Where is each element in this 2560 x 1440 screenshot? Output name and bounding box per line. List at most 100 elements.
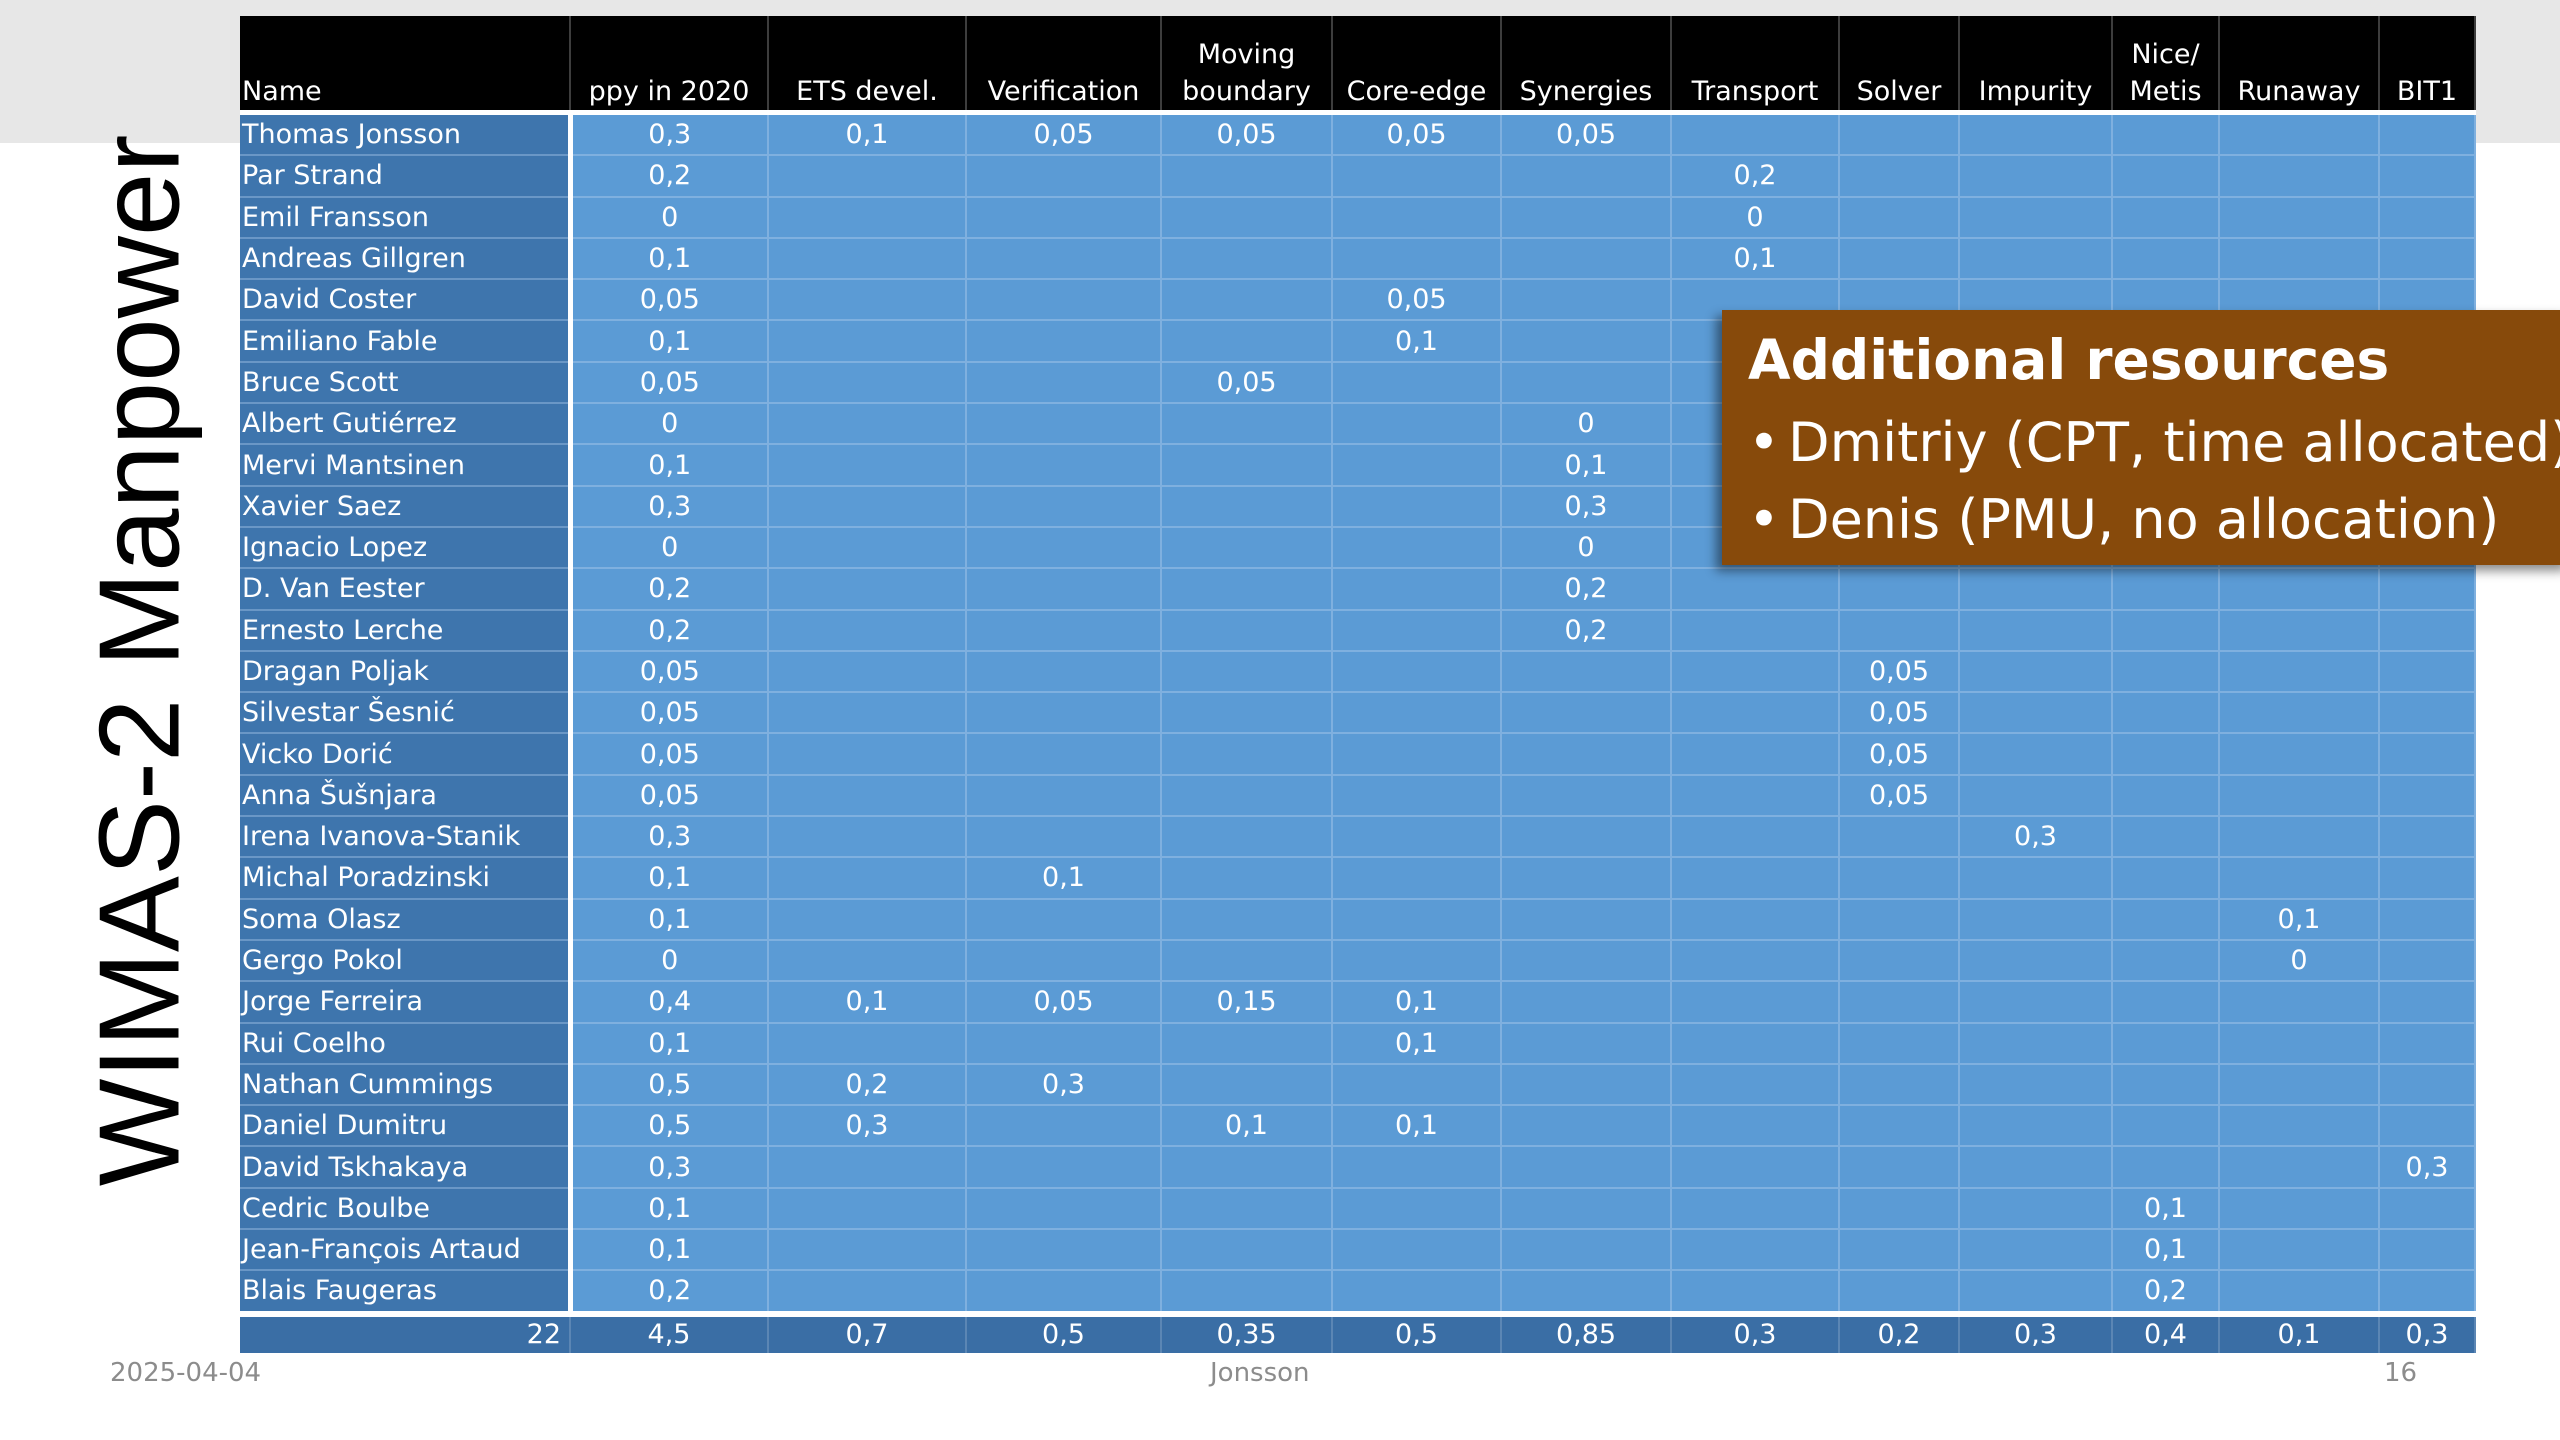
allocation-cell <box>2112 897 2220 940</box>
allocation-cell <box>2219 1104 2380 1147</box>
allocation-cell <box>1671 1104 1840 1147</box>
allocation-cell <box>2112 608 2220 651</box>
column-header: Verification <box>966 16 1162 113</box>
allocation-cell <box>2219 608 2380 651</box>
allocation-cell <box>1332 856 1502 899</box>
allocation-cell <box>2219 773 2380 817</box>
allocation-cell: 0 <box>1501 402 1672 445</box>
person-name-cell: Xavier Saez <box>240 484 573 527</box>
allocation-cell <box>2112 649 2220 693</box>
allocation-cell <box>1332 1062 1502 1106</box>
person-name-cell: D. Van Eester <box>240 567 573 610</box>
person-name-cell: David Tskhakaya <box>240 1145 573 1188</box>
allocation-cell <box>1332 608 1502 651</box>
person-name-cell: Emil Fransson <box>240 195 573 238</box>
bullet-icon: • <box>1748 411 1780 474</box>
allocation-cell <box>966 773 1162 817</box>
slide-title-area: WIMAS-2 Manpower <box>60 134 220 1186</box>
allocation-cell <box>2219 1269 2380 1314</box>
allocation-cell: 0,05 <box>966 980 1162 1023</box>
allocation-cell <box>2219 236 2380 280</box>
allocation-cell <box>1839 815 1960 858</box>
allocation-cell <box>2379 236 2476 280</box>
allocation-cell: 0,1 <box>570 319 769 362</box>
allocation-cell <box>1959 1228 2113 1271</box>
totals-row: 22 4,5 0,7 0,5 0,35 0,5 0,85 0,3 0,2 0,3 0,4 0,1 0,3 <box>240 1310 2476 1353</box>
person-name-cell: Blais Faugeras <box>240 1269 573 1314</box>
allocation-cell <box>1671 773 1840 817</box>
allocation-cell: 0,2 <box>570 608 769 651</box>
column-header-line1 <box>1335 36 1498 73</box>
person-name-cell: Dragan Poljak <box>240 649 573 693</box>
allocation-cell <box>2379 195 2476 238</box>
allocation-cell <box>2219 154 2380 197</box>
allocation-cell <box>768 1228 967 1271</box>
allocation-cell <box>1959 1104 2113 1147</box>
column-header-line2: Metis <box>2129 76 2202 107</box>
allocation-cell <box>1671 567 1840 610</box>
person-name-cell: Soma Olasz <box>240 897 573 940</box>
allocation-cell <box>1332 732 1502 775</box>
allocation-cell <box>1501 278 1672 321</box>
table-row: Dragan Poljak 0,05 0,05 <box>240 649 2476 693</box>
column-header-line1 <box>771 36 963 73</box>
column-header-line1: Nice/ <box>2131 39 2200 70</box>
allocation-cell <box>2379 1062 2476 1106</box>
allocation-cell <box>2219 1186 2380 1230</box>
allocation-cell <box>966 691 1162 734</box>
allocation-cell <box>1839 608 1960 651</box>
allocation-cell <box>966 443 1162 486</box>
allocation-cell: 0,05 <box>570 773 769 817</box>
column-header: Runaway <box>2219 16 2380 113</box>
allocation-cell <box>1161 195 1333 238</box>
allocation-cell: 0,3 <box>1959 815 2113 858</box>
allocation-cell <box>1161 608 1333 651</box>
person-name-cell: Thomas Jonsson <box>240 111 573 156</box>
allocation-cell: 0,1 <box>768 980 967 1023</box>
allocation-cell <box>1161 278 1333 321</box>
allocation-cell <box>1671 111 1840 156</box>
allocation-cell: 0,1 <box>966 856 1162 899</box>
allocation-cell: 0,1 <box>570 1021 769 1064</box>
allocation-cell <box>768 525 967 569</box>
allocation-cell: 0,5 <box>570 1062 769 1106</box>
column-header: Impurity <box>1959 16 2113 113</box>
allocation-cell <box>1501 1269 1672 1314</box>
allocation-cell <box>768 236 967 280</box>
allocation-cell <box>2379 856 2476 899</box>
allocation-cell <box>1959 1062 2113 1106</box>
allocation-cell: 0,15 <box>1161 980 1333 1023</box>
allocation-cell <box>768 319 967 362</box>
allocation-cell <box>768 815 967 858</box>
allocation-cell <box>1959 1269 2113 1314</box>
allocation-cell: 0,05 <box>966 111 1162 156</box>
allocation-cell <box>2219 980 2380 1023</box>
allocation-cell <box>966 938 1162 982</box>
allocation-cell <box>2112 195 2220 238</box>
allocation-cell: 0,2 <box>1501 567 1672 610</box>
person-name-cell: Nathan Cummings <box>240 1062 573 1106</box>
allocation-cell: 0,1 <box>570 443 769 486</box>
allocation-cell <box>1501 980 1672 1023</box>
allocation-cell: 0,1 <box>1161 1104 1333 1147</box>
person-name-cell: Par Strand <box>240 154 573 197</box>
allocation-cell <box>966 525 1162 569</box>
allocation-cell <box>1161 154 1333 197</box>
allocation-cell <box>1959 1021 2113 1064</box>
person-name-cell: Emiliano Fable <box>240 319 573 362</box>
allocation-cell <box>2379 111 2476 156</box>
allocation-cell <box>1501 649 1672 693</box>
allocation-cell <box>966 1186 1162 1230</box>
allocation-cell: 0,05 <box>1332 278 1502 321</box>
person-name-cell: David Coster <box>240 278 573 321</box>
allocation-cell <box>1671 649 1840 693</box>
column-header-line2: ppy in 2020 <box>588 76 750 107</box>
allocation-cell <box>1332 938 1502 982</box>
allocation-cell: 0,05 <box>1501 111 1672 156</box>
table-row: Anna Šušnjara 0,05 0,05 <box>240 773 2476 817</box>
allocation-cell <box>1839 856 1960 899</box>
allocation-cell <box>1501 856 1672 899</box>
allocation-cell <box>768 195 967 238</box>
allocation-cell <box>1161 1062 1333 1106</box>
allocation-cell <box>1161 1228 1333 1271</box>
